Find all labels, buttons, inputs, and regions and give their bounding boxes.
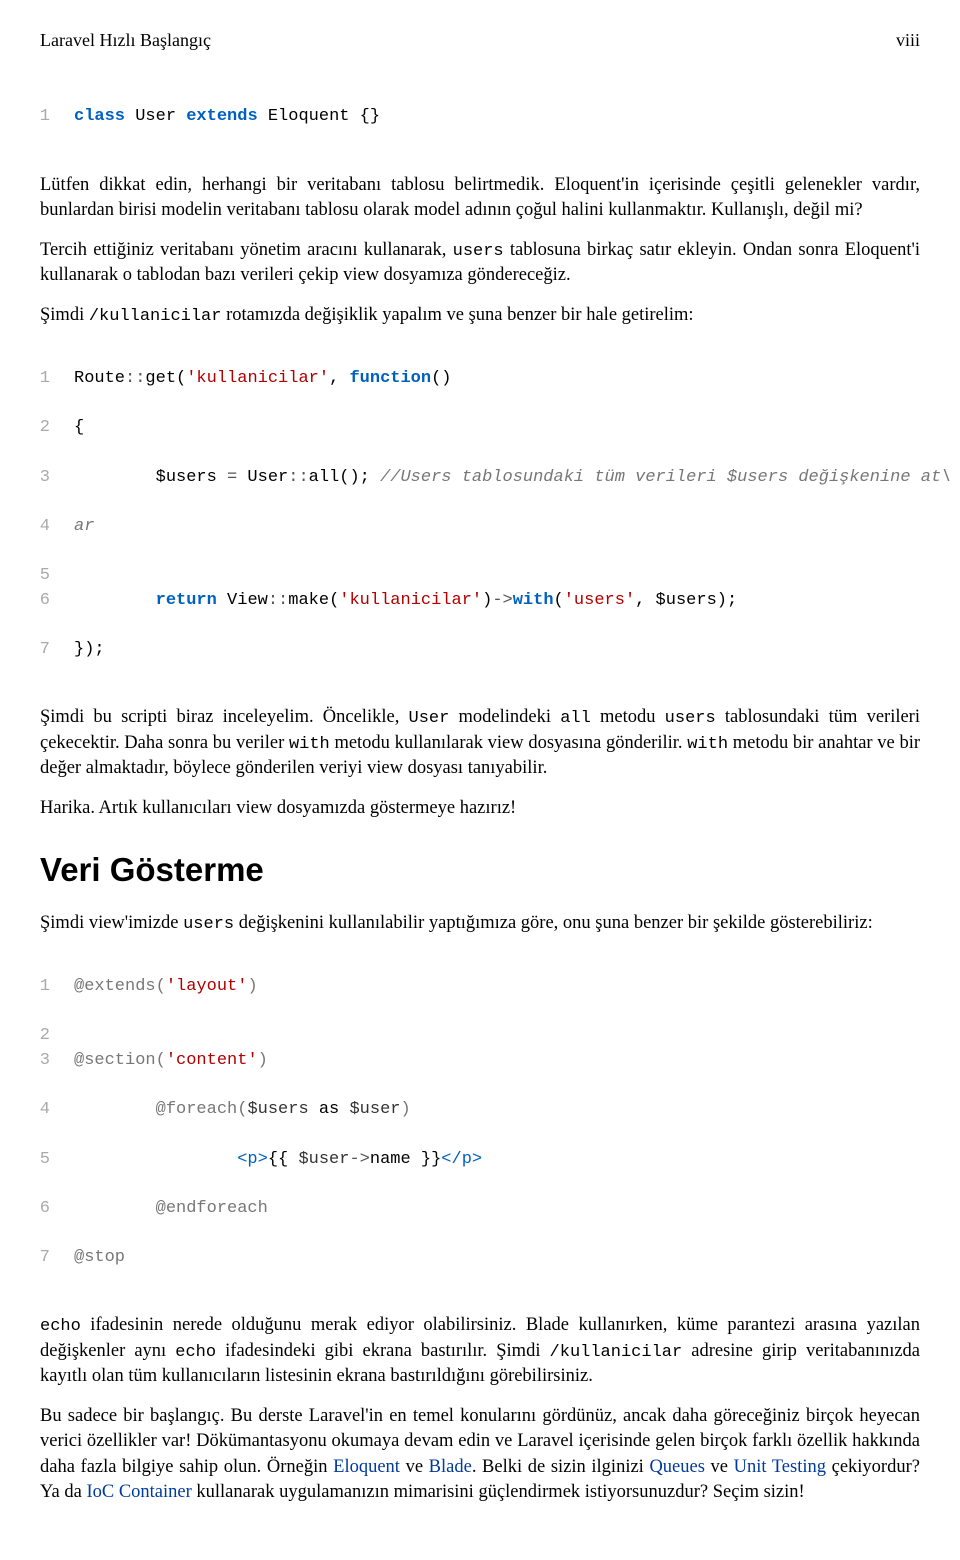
lineno: 6	[16, 1197, 50, 1222]
paragraph: Şimdi bu scripti biraz inceleyelim. Önce…	[40, 705, 920, 782]
inline-code: echo	[175, 1343, 216, 1362]
paragraph: echo ifadesinin nerede olduğunu merak ed…	[40, 1313, 920, 1390]
lineno: 4	[16, 1098, 50, 1123]
lineno: 7	[16, 638, 50, 663]
link-queues[interactable]: Queues	[649, 1457, 704, 1477]
paragraph: Şimdi view'imizde users değişkenini kull…	[40, 911, 920, 937]
inline-code: /kullanicilar	[550, 1343, 683, 1362]
code-line: $users = User::all(); //Users tablosunda…	[74, 466, 951, 491]
lineno: 7	[16, 1246, 50, 1271]
inline-code: echo	[40, 1317, 81, 1336]
inline-code: /kullanicilar	[89, 307, 222, 326]
code-line: {	[74, 416, 84, 441]
link-unit-testing[interactable]: Unit Testing	[734, 1457, 826, 1477]
inline-code: with	[289, 735, 330, 754]
lineno: 5	[16, 564, 50, 589]
code-block-2: 1Route::get('kullanicilar', function() 2…	[40, 342, 920, 687]
code-line: @stop	[74, 1246, 125, 1271]
lineno: 3	[16, 466, 50, 491]
inline-code: users	[665, 709, 716, 728]
code-line: @extends('layout')	[74, 975, 258, 1000]
lineno: 1	[16, 975, 50, 1000]
paragraph: Tercih ettiğiniz veritabanı yönetim arac…	[40, 238, 920, 289]
paragraph: Lütfen dikkat edin, herhangi bir veritab…	[40, 173, 920, 224]
code-line: });	[74, 638, 105, 663]
code-line: Route::get('kullanicilar', function()	[74, 367, 452, 392]
lineno: 1	[16, 367, 50, 392]
lineno: 1	[16, 105, 50, 130]
inline-code: User	[409, 709, 450, 728]
link-ioc-container[interactable]: IoC Container	[86, 1482, 191, 1502]
page-header: Laravel Hızlı Başlangıç viii	[40, 28, 920, 53]
code-line: return View::make('kullanicilar')->with(…	[74, 589, 737, 614]
inline-code: with	[687, 735, 728, 754]
code-line: @section('content')	[74, 1049, 268, 1074]
lineno: 2	[16, 1024, 50, 1049]
inline-code: users	[183, 915, 234, 934]
header-title: Laravel Hızlı Başlangıç	[40, 28, 211, 53]
code-line: @foreach($users as $user)	[74, 1098, 411, 1123]
link-blade[interactable]: Blade	[429, 1457, 472, 1477]
paragraph: Bu sadece bir başlangıç. Bu derste Larav…	[40, 1404, 920, 1506]
code-block-3: 1@extends('layout') 2 3@section('content…	[40, 950, 920, 1295]
lineno: 4	[16, 515, 50, 540]
lineno: 6	[16, 589, 50, 614]
section-heading: Veri Gösterme	[40, 847, 920, 893]
paragraph: Harika. Artık kullanıcıları view dosyamı…	[40, 796, 920, 822]
inline-code: all	[560, 709, 591, 728]
header-page: viii	[896, 28, 920, 53]
code-line: class User extends Eloquent {}	[74, 105, 380, 130]
lineno: 3	[16, 1049, 50, 1074]
code-line: ar	[74, 515, 94, 540]
inline-code: users	[453, 242, 504, 261]
lineno: 5	[16, 1148, 50, 1173]
code-line: @endforeach	[74, 1197, 268, 1222]
code-block-1: 1class User extends Eloquent {}	[40, 81, 920, 155]
code-line: <p>{{ $user->name }}</p>	[74, 1148, 482, 1173]
paragraph: Şimdi /kullanicilar rotamızda değişiklik…	[40, 303, 920, 329]
link-eloquent[interactable]: Eloquent	[333, 1457, 400, 1477]
lineno: 2	[16, 416, 50, 441]
